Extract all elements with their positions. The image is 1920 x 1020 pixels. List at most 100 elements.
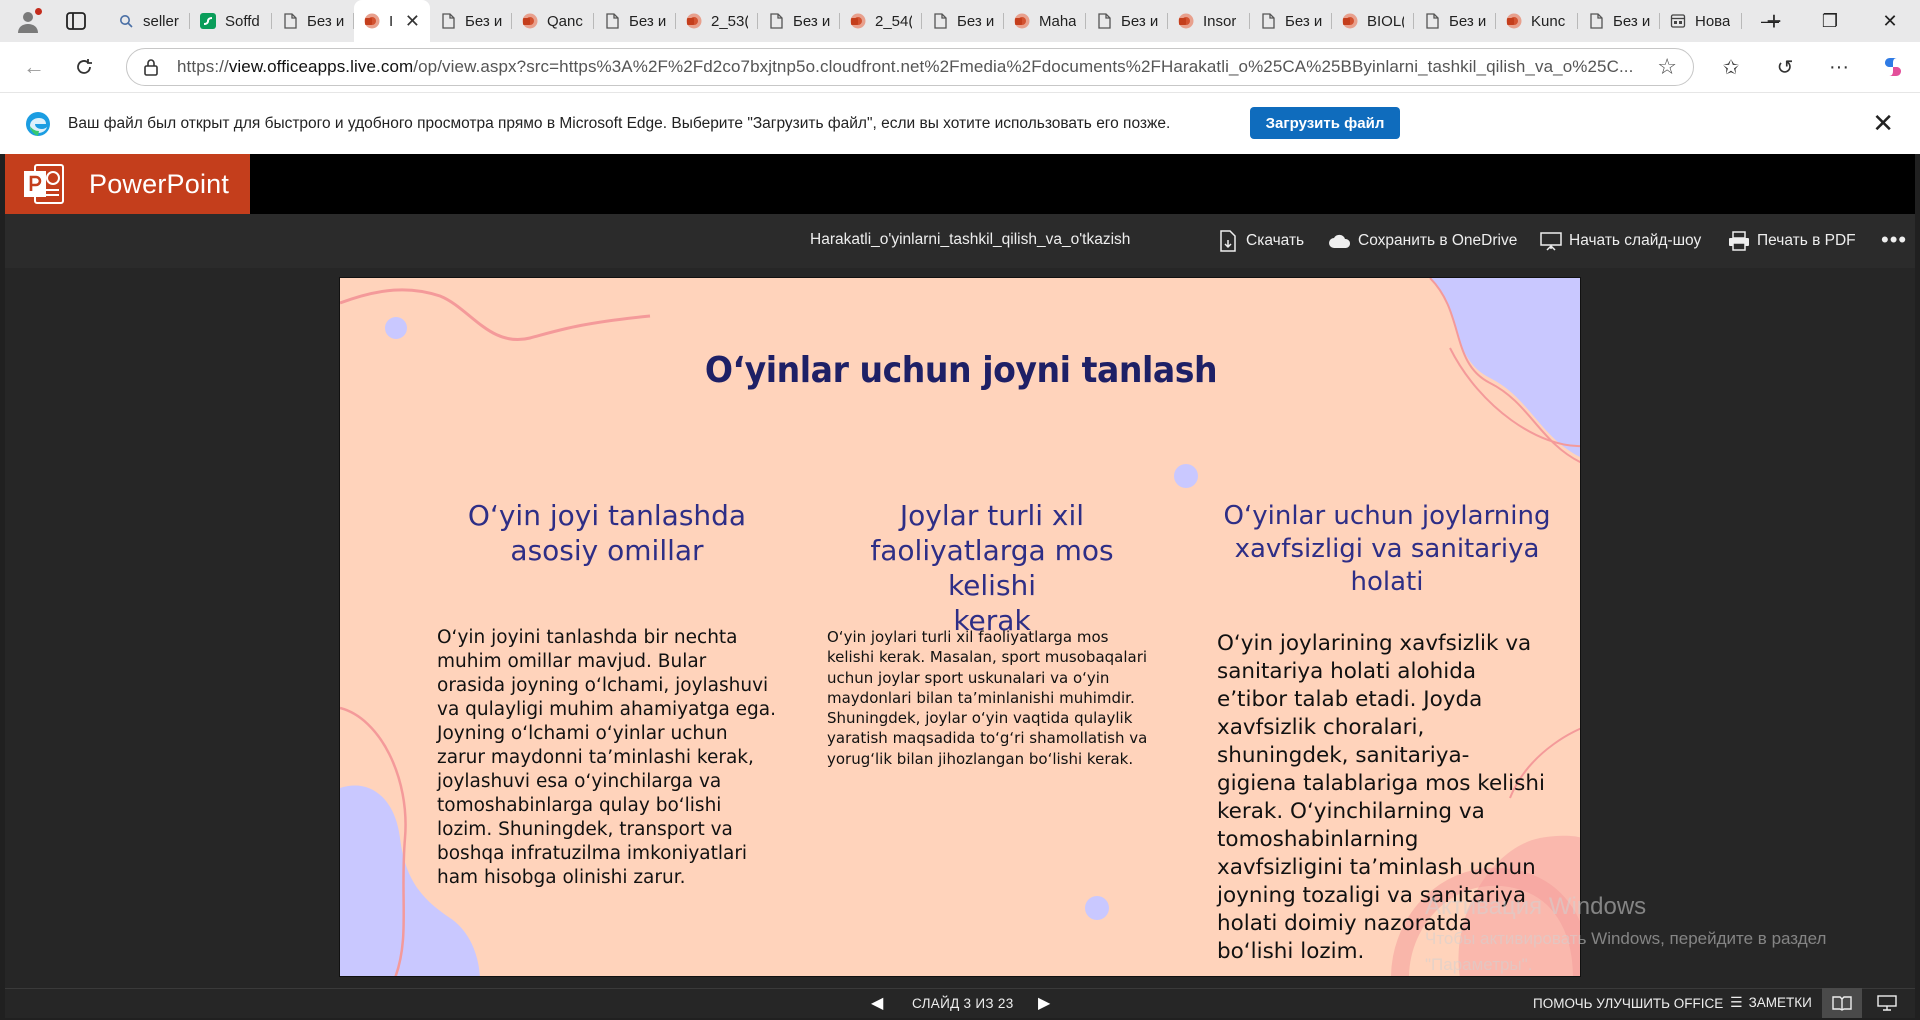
close-icon: ✕: [1882, 10, 1898, 31]
browser-tab[interactable]: Без и: [1086, 0, 1168, 42]
browser-tab[interactable]: Без и: [1578, 0, 1660, 42]
download-file-button[interactable]: Загрузить файл: [1250, 107, 1400, 139]
notes-icon: ☰: [1730, 994, 1743, 1010]
document-icon: [932, 13, 948, 29]
save-onedrive-button[interactable]: Сохранить в OneDrive: [1328, 226, 1517, 256]
office-command-bar: Harakatli_o'yinlarni_tashkil_qilish_va_o…: [5, 214, 1915, 268]
browser-tab[interactable]: Maha: [1004, 0, 1086, 42]
history-button[interactable]: ↺: [1758, 47, 1812, 87]
browser-tab[interactable]: Без и: [1414, 0, 1496, 42]
document-icon: [282, 13, 298, 29]
previous-slide-button[interactable]: ◀: [871, 993, 883, 1013]
more-dots-icon: •••: [1881, 227, 1908, 252]
browser-tab-active[interactable]: I ✕: [354, 0, 430, 42]
settings-menu-button[interactable]: ···: [1812, 47, 1866, 87]
start-slideshow-button[interactable]: Начать слайд-шоу: [1539, 226, 1701, 256]
tab-label: Без и: [1121, 12, 1158, 30]
tab-label: Без и: [629, 12, 666, 30]
favorites-button[interactable]: ✩: [1704, 47, 1758, 87]
column-3-heading: O‘yinlar uchun joylarning xavfsizligi va…: [1217, 500, 1557, 599]
copilot-button[interactable]: [1866, 47, 1920, 87]
column-3-heading-line: O‘yinlar uchun joylarning: [1223, 501, 1551, 531]
browser-tab[interactable]: Insor: [1168, 0, 1250, 42]
slideshow-view-button[interactable]: [1867, 988, 1907, 1018]
print-pdf-button[interactable]: Печать в PDF: [1727, 226, 1856, 256]
onedrive-label: Сохранить в OneDrive: [1358, 232, 1518, 249]
notes-label: ЗАМЕТКИ: [1748, 995, 1812, 1010]
powerpoint-icon: [850, 13, 866, 29]
favorite-star-icon[interactable]: ☆: [1657, 54, 1677, 80]
browser-tab[interactable]: BIOL(: [1332, 0, 1414, 42]
document-icon: [604, 13, 620, 29]
powerpoint-icon: [364, 13, 380, 29]
tab-label: Без и: [1613, 12, 1650, 30]
tab-label: Без и: [465, 12, 502, 30]
browser-tab[interactable]: 2_53(: [676, 0, 758, 42]
powerpoint-brand[interactable]: PowerPoint: [5, 154, 250, 214]
tab-label: Без и: [1449, 12, 1486, 30]
printer-icon: [1727, 229, 1751, 253]
reading-view-icon: [1832, 996, 1852, 1011]
refresh-button[interactable]: [64, 47, 104, 87]
tab-label: 2_54(: [875, 12, 912, 30]
address-input[interactable]: https://view.officeapps.live.com/op/view…: [126, 48, 1694, 86]
browser-tab[interactable]: Без и: [430, 0, 512, 42]
search-icon: [118, 13, 134, 29]
close-window-button[interactable]: ✕: [1860, 0, 1920, 42]
back-button[interactable]: ←: [14, 47, 54, 87]
toolbar-right: ✩ ↺ ···: [1704, 42, 1920, 92]
profile-avatar[interactable]: [14, 7, 43, 35]
tab-label: Без и: [307, 12, 344, 30]
powerpoint-icon: [522, 13, 538, 29]
triangle-left-icon: ◀: [871, 995, 884, 1012]
browser-tab[interactable]: Kunc: [1496, 0, 1578, 42]
office-status-bar: ◀ СЛАЙД 3 ИЗ 23 ▶ ПОМОЧЬ УЛУЧШИТЬ OFFICE…: [5, 988, 1915, 1018]
reading-view-button[interactable]: [1822, 988, 1862, 1018]
download-button[interactable]: Скачать: [1216, 226, 1304, 256]
restore-button[interactable]: ❐: [1800, 0, 1860, 42]
browser-tab[interactable]: Без и: [922, 0, 1004, 42]
browser-tab[interactable]: seller: [108, 0, 190, 42]
decor-dot-bottom: [1085, 896, 1109, 920]
tab-actions-icon: [66, 12, 86, 30]
browser-tab[interactable]: Soffd: [190, 0, 272, 42]
office-brand-bar: PowerPoint: [5, 154, 1915, 214]
column-3-heading-line: holati: [1350, 567, 1424, 597]
new-tab-icon: [1670, 13, 1686, 29]
notification-dot: [34, 7, 43, 16]
browser-tab[interactable]: Без и: [758, 0, 840, 42]
lock-icon: [143, 58, 161, 76]
next-slide-button[interactable]: ▶: [1038, 993, 1050, 1013]
document-name: Harakatli_o'yinlarni_tashkil_qilish_va_o…: [810, 231, 1131, 248]
slide-title: O‘yinlar uchun joyni tanlash: [704, 350, 1218, 391]
close-tab-icon[interactable]: ✕: [405, 11, 420, 32]
restore-icon: ❐: [1821, 10, 1839, 31]
tab-actions-button[interactable]: [62, 7, 90, 35]
status-divider: [5, 988, 1915, 989]
print-label: Печать в PDF: [1757, 232, 1856, 249]
column-1-body: O‘yin joyini tanlashda bir nechta muhim …: [437, 627, 777, 888]
powerpoint-icon: [1506, 13, 1522, 29]
notes-button[interactable]: ☰ ЗАМЕТКИ: [1730, 994, 1812, 1011]
download-label: Скачать: [1246, 232, 1305, 249]
column-1-heading-line: asosiy omillar: [510, 534, 704, 567]
browser-tab[interactable]: Qanc: [512, 0, 594, 42]
tab-label: Нова: [1695, 12, 1731, 30]
browser-tab[interactable]: Нова: [1660, 0, 1742, 42]
browser-tab[interactable]: Без и: [1250, 0, 1332, 42]
column-3-heading-line: xavfsizligi va sanitariya: [1234, 534, 1540, 564]
minimize-button[interactable]: —: [1740, 0, 1800, 42]
close-infobar-button[interactable]: ✕: [1872, 109, 1894, 137]
more-options-button[interactable]: •••: [1881, 227, 1907, 253]
tab-label: seller: [143, 12, 179, 30]
browser-tab[interactable]: Без и: [594, 0, 676, 42]
help-improve-office-link[interactable]: ПОМОЧЬ УЛУЧШИТЬ OFFICE: [1533, 996, 1723, 1011]
tab-label: Soffd: [225, 12, 260, 30]
slideshow-label: Начать слайд-шоу: [1569, 232, 1702, 249]
refresh-icon: [77, 59, 92, 74]
browser-tab[interactable]: 2_54(: [840, 0, 922, 42]
browser-tab[interactable]: Без и: [272, 0, 354, 42]
edge-info-bar: Ваш файл был открыт для быстрого и удобн…: [0, 92, 1920, 154]
powerpoint-icon: [1178, 13, 1194, 29]
tab-label: Без и: [957, 12, 994, 30]
